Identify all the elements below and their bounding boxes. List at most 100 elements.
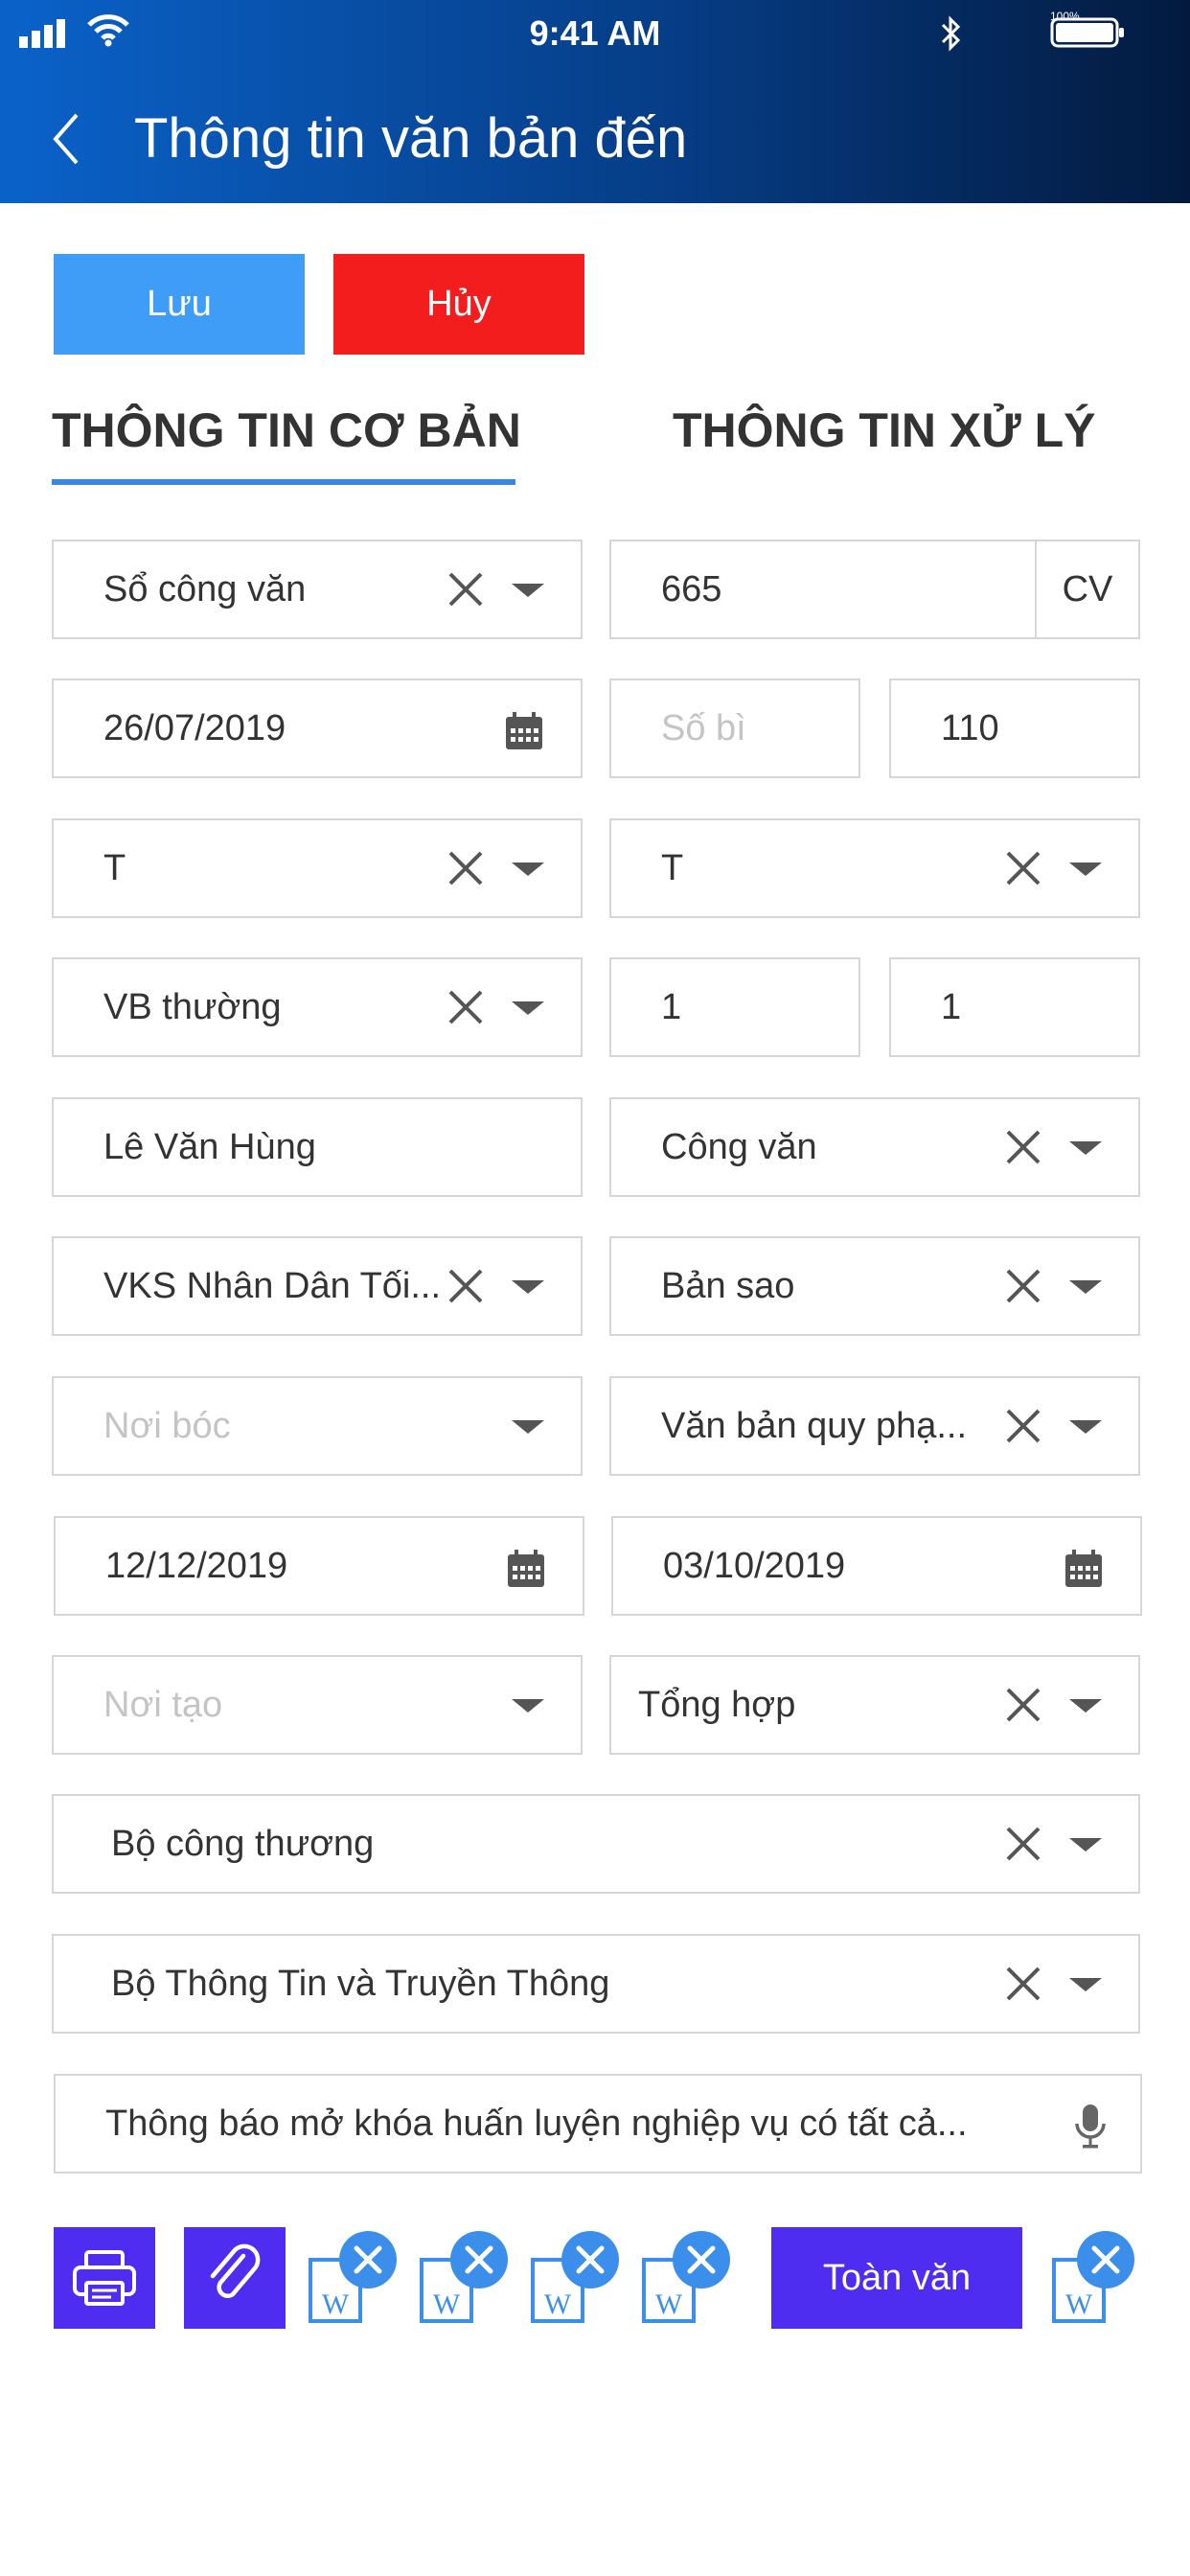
loai-vb-select[interactable]: VB thường [52,957,583,1057]
co-quan-select[interactable]: VKS Nhân Dân Tối... [52,1236,583,1336]
clear-icon[interactable] [446,988,485,1026]
so-cong-van-value: Sổ công văn [103,569,307,610]
remove-attachment-icon[interactable] [671,2229,732,2290]
tong-hop-value: Tổng hợp [638,1685,796,1725]
print-button[interactable] [54,2227,155,2329]
loai-cong-van-value: Công văn [661,1127,817,1167]
chevron-down-icon[interactable] [1069,1838,1102,1852]
tab-processing-info[interactable]: THÔNG TIN XỬ LÝ [673,402,1095,458]
don-vi-value-1: Bộ công thương [111,1824,375,1864]
don-vi-value-2: Bộ Thông Tin và Truyền Thông [111,1964,610,2004]
attachment-file-1[interactable]: W [307,2231,402,2338]
nguoi-ky-value: Lê Văn Hùng [103,1127,316,1167]
svg-text:W: W [655,2288,683,2320]
number-input-2[interactable]: 1 [889,957,1140,1057]
date-field-1[interactable]: 12/12/2019 [54,1516,584,1616]
chevron-down-icon[interactable] [512,1001,544,1015]
number-value-1: 1 [661,987,682,1027]
clear-icon[interactable] [1004,1825,1042,1863]
so-cong-van-select[interactable]: Sổ công văn [52,540,583,639]
noi-boc-placeholder: Nơi bóc [103,1406,231,1446]
svg-text:W: W [1065,2288,1093,2320]
clear-icon[interactable] [1004,1267,1042,1305]
chevron-down-icon[interactable] [512,862,544,876]
chevron-down-icon[interactable] [512,584,544,597]
ban-sao-select[interactable]: Bản sao [609,1236,1140,1336]
date-value-2: 03/10/2019 [663,1546,846,1586]
chevron-down-icon[interactable] [1069,1420,1102,1434]
number-input-1[interactable]: 1 [609,957,860,1057]
remove-attachment-icon[interactable] [560,2229,621,2290]
clear-icon[interactable] [1004,1686,1042,1724]
clear-icon[interactable] [1004,1128,1042,1166]
back-arrow-icon[interactable] [48,105,86,172]
chevron-down-icon[interactable] [1069,862,1102,876]
chevron-down-icon[interactable] [512,1699,544,1713]
noi-boc-select[interactable]: Nơi bóc [52,1376,583,1476]
chevron-down-icon[interactable] [512,1420,544,1434]
van-ban-quy-pham-select[interactable]: Văn bản quy phạ... [609,1376,1140,1476]
clear-icon[interactable] [1004,849,1042,887]
svg-text:W: W [544,2288,572,2320]
clear-icon[interactable] [1004,1407,1042,1445]
field-t2-select[interactable]: T [609,818,1140,918]
chevron-down-icon[interactable] [1069,1141,1102,1155]
so-den-value: 665 [661,569,722,610]
microphone-icon[interactable] [1073,2103,1108,2150]
loai-cong-van-select[interactable]: Công văn [609,1097,1140,1197]
so-den-suffix: CV [1035,541,1138,637]
full-text-file[interactable]: W [1050,2231,1146,2338]
app-header: 9:41 AM 100% Thông tin văn bản đến [0,0,1190,203]
svg-text:W: W [322,2288,350,2320]
clear-icon[interactable] [446,1267,485,1305]
page-title: Thông tin văn bản đến [134,107,688,170]
ngay-den-value: 26/07/2019 [103,708,286,748]
attachment-file-4[interactable]: W [640,2231,736,2338]
remove-attachment-icon[interactable] [337,2229,399,2290]
trich-yeu-input[interactable]: Thông báo mở khóa huấn luyện nghiệp vụ c… [54,2074,1142,2174]
chevron-down-icon[interactable] [1069,1978,1102,1991]
field-t2-value: T [661,848,684,888]
remove-attachment-icon[interactable] [448,2229,510,2290]
noi-tao-select[interactable]: Nơi tạo [52,1655,583,1755]
number-value-2: 1 [941,987,962,1027]
so-bi-input[interactable]: Số bì [609,678,860,778]
field-t1-select[interactable]: T [52,818,583,918]
so-bi-placeholder: Số bì [661,708,746,748]
calendar-icon[interactable] [506,1549,546,1589]
noi-tao-placeholder: Nơi tạo [103,1685,223,1725]
cancel-button[interactable]: Hủy [333,254,584,355]
attachment-file-2[interactable]: W [418,2231,514,2338]
trich-yeu-value: Thông báo mở khóa huấn luyện nghiệp vụ c… [105,2104,968,2144]
nguoi-ky-input[interactable]: Lê Văn Hùng [52,1097,583,1197]
so-bi-extra-input[interactable]: 110 [889,678,1140,778]
status-time: 9:41 AM [529,13,661,53]
tab-basic-info[interactable]: THÔNG TIN CƠ BẢN [52,402,521,458]
so-den-input[interactable]: 665 CV [609,540,1140,639]
clear-icon[interactable] [446,849,485,887]
printer-icon [73,2250,136,2306]
don-vi-select-1[interactable]: Bộ công thương [52,1794,1140,1894]
clear-icon[interactable] [1004,1965,1042,2003]
don-vi-select-2[interactable]: Bộ Thông Tin và Truyền Thông [52,1934,1140,2034]
full-text-button[interactable]: Toàn văn [771,2227,1022,2329]
battery-icon [1050,17,1124,48]
attach-button[interactable] [184,2227,286,2329]
save-button[interactable]: Lưu [54,254,305,355]
tong-hop-select[interactable]: Tổng hợp [609,1655,1140,1755]
active-tab-indicator [52,479,515,485]
ngay-den-date-field[interactable]: 26/07/2019 [52,678,583,778]
clear-icon[interactable] [446,570,485,609]
paperclip-icon [210,2243,261,2298]
chevron-down-icon[interactable] [512,1280,544,1294]
calendar-icon[interactable] [1064,1549,1104,1589]
date-field-2[interactable]: 03/10/2019 [611,1516,1142,1616]
status-bar: 9:41 AM 100% [0,0,1190,67]
chevron-down-icon[interactable] [1069,1699,1102,1713]
chevron-down-icon[interactable] [1069,1280,1102,1294]
calendar-icon[interactable] [504,711,544,751]
date-value-1: 12/12/2019 [105,1546,288,1586]
co-quan-value: VKS Nhân Dân Tối... [103,1266,442,1306]
attachment-file-3[interactable]: W [529,2231,625,2338]
remove-attachment-icon[interactable] [1075,2229,1136,2290]
